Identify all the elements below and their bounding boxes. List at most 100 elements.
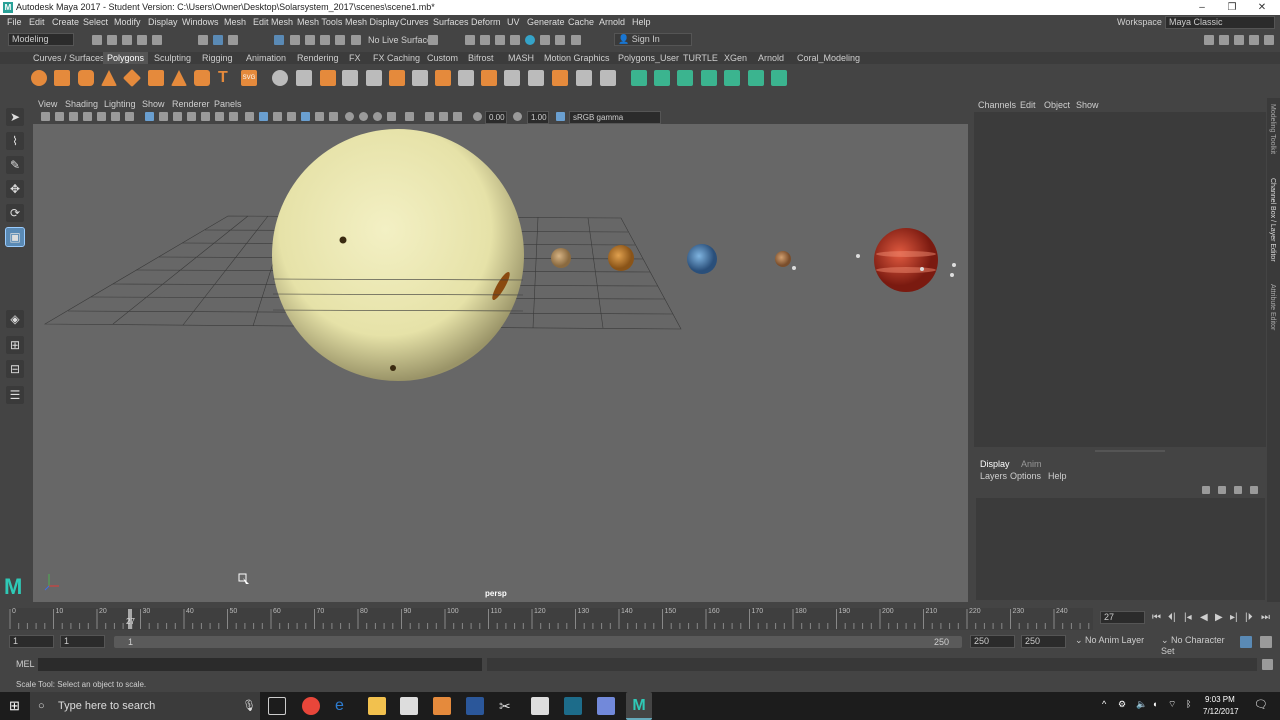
menu-create[interactable]: Create [52,15,79,29]
menu-surfaces[interactable]: Surfaces [433,15,469,29]
range-slider-bar[interactable]: 1 250 [114,636,962,648]
playback-end-field[interactable]: 250 [970,635,1015,648]
layer-tab-display[interactable]: Display [980,459,1010,469]
sign-in-button[interactable]: 👤 Sign In [614,33,692,46]
redo-icon[interactable] [152,35,162,45]
step-forward-frame-icon[interactable]: |⏵ [1245,612,1253,623]
shelf-tab-turtle[interactable]: TURTLE [683,52,718,64]
menu-curves[interactable]: Curves [400,15,429,29]
microphone-icon[interactable]: 🎙 [242,692,256,720]
boolean-icon[interactable] [342,70,358,86]
mail-icon[interactable] [531,697,549,715]
cylindrical-map-icon[interactable] [654,70,670,86]
render-setup-icon[interactable] [540,35,550,45]
smooth-shade-icon[interactable] [259,112,268,121]
panel-menu-renderer[interactable]: Renderer [172,98,210,110]
safe-action-icon[interactable] [215,112,224,121]
mars-sphere[interactable] [775,251,791,267]
color-management-icon[interactable] [556,112,565,121]
bluetooth-icon[interactable]: ᛒ [1186,699,1191,709]
render-view-icon[interactable] [465,35,475,45]
discord-icon[interactable] [597,697,615,715]
append-icon[interactable] [435,70,451,86]
poly-plane-icon[interactable] [148,70,164,86]
playback-start-field[interactable]: 1 [60,635,105,648]
anim-start-field[interactable]: 1 [9,635,54,648]
clock-date[interactable]: 7/12/2017 [1203,707,1239,716]
gate-mask-icon[interactable] [187,112,196,121]
network-icon[interactable]: ⌔ [1168,699,1176,710]
four-view-layout-icon[interactable]: ⊞ [6,336,24,354]
menu-generate[interactable]: Generate [527,15,565,29]
default-material-icon[interactable] [273,112,282,121]
input-ops-icon[interactable] [428,35,438,45]
shelf-tab-rendering[interactable]: Rendering [297,52,339,64]
move-tool-icon[interactable]: ✥ [6,180,24,198]
poly-torus-icon[interactable] [122,68,142,88]
anim-preferences-icon[interactable] [1260,636,1272,648]
time-slider[interactable]: 27 0 10 20 30 40 50 60 70 80 90 100 110 120 130 140 150… [0,605,1280,631]
render-frame-icon[interactable] [480,35,490,45]
perspective-viewport[interactable]: persp [33,124,968,602]
image-plane-icon[interactable] [97,112,106,121]
script-editor-icon[interactable] [1262,659,1273,670]
jupiter-moon[interactable] [920,267,924,271]
exposure-icon[interactable] [473,112,482,121]
sidebar-toggle-icon[interactable] [1204,35,1214,45]
near-clip-field[interactable]: 0.00 [485,111,507,124]
pause-viewport-icon[interactable] [571,35,581,45]
menu-display[interactable]: Display [148,15,178,29]
side-tab-attribute-editor[interactable]: Attribute Editor [1269,284,1276,330]
shelf-tab-sculpting[interactable]: Sculpting [154,52,191,64]
unfold-icon[interactable] [724,70,740,86]
menu-deform[interactable]: Deform [471,15,501,29]
camera-attributes-icon[interactable] [69,112,78,121]
tray-alert-icon[interactable]: ◖ [1152,699,1157,709]
edge-icon[interactable]: e [335,697,353,715]
poly-cube-icon[interactable] [54,70,70,86]
save-scene-icon[interactable] [122,35,132,45]
new-empty-layer-icon[interactable] [1234,486,1242,494]
tray-app-icon[interactable]: ⚙ [1118,699,1126,710]
menu-arnold[interactable]: Arnold [599,15,625,29]
task-view-icon[interactable] [268,697,286,715]
jupiter-sphere[interactable] [874,228,938,292]
lasso-tool-icon[interactable]: ⌇ [6,132,24,150]
shelf-tab-custom[interactable]: Custom [427,52,458,64]
combine-icon[interactable] [272,70,288,86]
spherical-map-icon[interactable] [677,70,693,86]
side-tab-channel-box[interactable]: Channel Box / Layer Editor [1269,178,1276,262]
edit-edge-flow-icon[interactable] [576,70,592,86]
field-chart-icon[interactable] [201,112,210,121]
hypershade-icon[interactable] [525,35,535,45]
menu-help[interactable]: Help [632,15,651,29]
poly-pipe-icon[interactable] [194,70,210,86]
multisample-aa-icon[interactable] [373,112,382,121]
taskbar-search-box[interactable]: ○ Type here to search 🎙 [30,692,260,720]
isolate-select-icon[interactable] [405,112,414,121]
undo-icon[interactable] [137,35,147,45]
current-frame-field[interactable]: 27 [1100,611,1145,624]
live-surface-icon[interactable] [351,35,361,45]
new-scene-icon[interactable] [92,35,102,45]
play-forwards-icon[interactable]: ▶ [1215,612,1223,623]
menu-mesh-display[interactable]: Mesh Display [345,15,399,29]
clock-time[interactable]: 9:03 PM [1205,695,1235,704]
shelf-tab-mash[interactable]: MASH [508,52,534,64]
play-backwards-icon[interactable]: ◀ [1200,612,1208,623]
svg-icon[interactable]: SVG [241,70,257,86]
separate-icon[interactable] [296,70,312,86]
smooth-icon[interactable] [320,70,336,86]
xray-icon[interactable] [425,112,434,121]
channel-menu-show[interactable]: Show [1076,100,1099,110]
mel-input[interactable] [38,658,482,671]
xray-joints-icon[interactable] [453,112,462,121]
word-icon[interactable] [466,697,484,715]
snap-grid-icon[interactable] [274,35,284,45]
grid-toggle-icon[interactable] [145,112,154,121]
mercury-sphere[interactable] [551,248,571,268]
open-scene-icon[interactable] [107,35,117,45]
type-icon[interactable]: T [218,70,234,86]
uv-editor-icon[interactable] [600,70,616,86]
snap-curve-icon[interactable] [290,35,300,45]
